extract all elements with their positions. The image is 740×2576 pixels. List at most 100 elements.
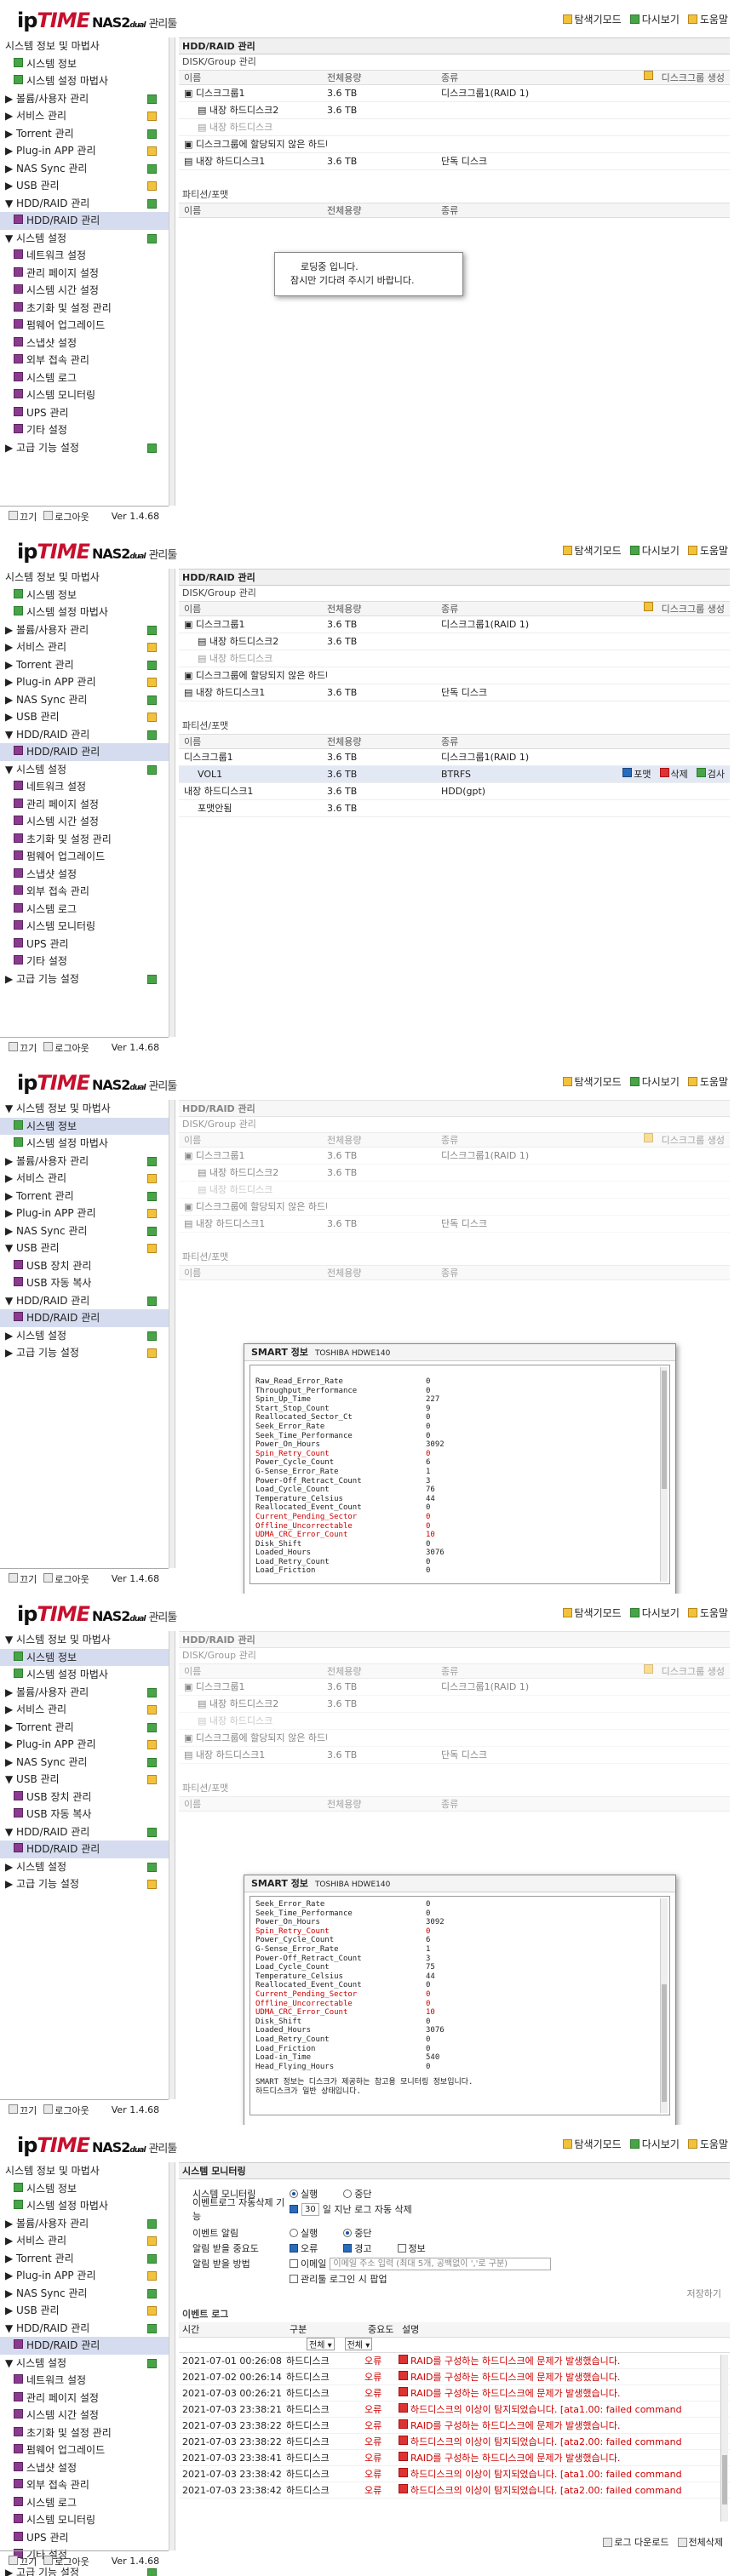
event-row[interactable]: 2021-07-01 00:26:08 하드디스크 오류 RAID를 구성하는 하드디…	[179, 2353, 730, 2369]
header-link-0[interactable]: 탐색기모드	[562, 543, 622, 558]
sidebar-item[interactable]: ▶ Torrent 관리	[0, 1719, 169, 1737]
header-link-0[interactable]: 탐색기모드	[562, 2137, 622, 2151]
sidebar-item[interactable]: ▶ 고급 기능 설정	[0, 439, 169, 457]
sidebar-item[interactable]: HDD/RAID 관리	[0, 1309, 169, 1327]
disk-row[interactable]: ▣ 디스크그룹1 3.6 TB 디스크그룹1(RAID 1)	[179, 85, 730, 102]
sidebar-item[interactable]: 시스템 로그	[0, 369, 169, 387]
sidebar-item[interactable]: 초기화 및 설정 관리	[0, 300, 169, 318]
sidebar-item[interactable]: UPS 관리	[0, 2529, 169, 2547]
disk-row[interactable]: ▤ 내장 하드디스크2 3.6 TB	[179, 633, 730, 650]
sidebar-item[interactable]: ▶ 서비스 관리	[0, 107, 169, 125]
sidebar-item[interactable]: ▼ HDD/RAID 관리	[0, 1292, 169, 1310]
alert-stop-radio-control[interactable]	[343, 2229, 353, 2237]
partition-row[interactable]: 디스크그룹1 3.6 TB 디스크그룹1(RAID 1)	[179, 749, 730, 766]
monitor-stop-radio-control[interactable]	[343, 2190, 353, 2198]
event-row[interactable]: 2021-07-03 23:38:21 하드디스크 오류 하드디스크의 이상이 탐지되…	[179, 2401, 730, 2418]
sidebar-item[interactable]: 시스템 시간 설정	[0, 282, 169, 300]
sidebar-item[interactable]: 시스템 로그	[0, 901, 169, 919]
sidebar-item[interactable]: 시스템 설정 마법사	[0, 2197, 169, 2215]
sidebar-item[interactable]: 관리 페이지 설정	[0, 796, 169, 814]
event-row[interactable]: 2021-07-03 23:38:42 하드디스크 오류 하드디스크의 이상이 탐지되…	[179, 2482, 730, 2499]
header-link-1[interactable]: 다시보기	[629, 543, 680, 558]
admin-popup-checkbox-control[interactable]	[290, 2275, 298, 2283]
sidebar-item[interactable]: HDD/RAID 관리	[0, 743, 169, 761]
smart-text-area[interactable]: Seek_Error_Rate 0 Seek_Time_Performance 0 Po…	[250, 1896, 670, 2115]
days-input[interactable]: 30	[301, 2202, 319, 2216]
sidebar-item[interactable]: 시스템 정보	[0, 1117, 169, 1135]
sidebar-item[interactable]: 시스템 설정 마법사	[0, 72, 169, 90]
level-info-checkbox-control[interactable]	[397, 2244, 406, 2253]
sidebar-item[interactable]: 시스템 시간 설정	[0, 813, 169, 831]
sidebar-item[interactable]: ▼ 시스템 설정	[0, 230, 169, 248]
sidebar-item[interactable]: ▶ Torrent 관리	[0, 2250, 169, 2268]
header-link-1[interactable]: 다시보기	[629, 12, 680, 26]
sidebar-item[interactable]: ▶ Plug-in APP 관리	[0, 2267, 169, 2285]
event-row[interactable]: 2021-07-03 23:38:22 하드디스크 오류 RAID를 구성하는 하드디…	[179, 2418, 730, 2434]
sidebar-item[interactable]: 시스템 정보 및 마법사	[0, 37, 169, 55]
sidebar-item[interactable]: USB 자동 복사	[0, 1806, 169, 1823]
sidebar-item[interactable]: ▼ 시스템 정보 및 마법사	[0, 1631, 169, 1649]
event-row[interactable]: 2021-07-03 23:38:42 하드디스크 오류 하드디스크의 이상이 탐지되…	[179, 2466, 730, 2482]
sidebar-item[interactable]: HDD/RAID 관리	[0, 212, 169, 230]
disk-row[interactable]: ▣ 디스크그룹에 할당되지 않은 하드디스크	[179, 667, 730, 684]
sidebar-item[interactable]: ▼ HDD/RAID 관리	[0, 2320, 169, 2338]
sidebar-item[interactable]: 스냅샷 설정	[0, 335, 169, 352]
sidebar-item[interactable]: ▶ NAS Sync 관리	[0, 1222, 169, 1240]
sidebar-item[interactable]: 관리 페이지 설정	[0, 2390, 169, 2407]
disk-row[interactable]: ▤ 내장 하드디스크1 3.6 TB 단독 디스크	[179, 153, 730, 170]
disk-row[interactable]: ▤ 내장 하드디스크2 3.6 TB	[179, 102, 730, 119]
sidebar-item[interactable]: UPS 관리	[0, 936, 169, 953]
sidebar-item[interactable]: ▶ NAS Sync 관리	[0, 2285, 169, 2303]
sidebar-item[interactable]: ▼ HDD/RAID 관리	[0, 195, 169, 213]
monitor-run-radio-control[interactable]	[290, 2190, 298, 2198]
sidebar-item[interactable]: HDD/RAID 관리	[0, 1840, 169, 1858]
sidebar-item[interactable]: ▶ NAS Sync 관리	[0, 1754, 169, 1772]
sidebar-item[interactable]: HDD/RAID 관리	[0, 2337, 169, 2355]
event-list[interactable]: 2021-07-01 00:26:08 하드디스크 오류 RAID를 구성하는 하드디…	[179, 2353, 730, 2523]
alert-run-radio[interactable]: 실행	[290, 2226, 318, 2240]
sidebar-item[interactable]: ▶ 고급 기능 설정	[0, 1344, 169, 1362]
sidebar-item[interactable]: ▶ 볼륨/사용자 관리	[0, 1684, 169, 1702]
sidebar-item[interactable]: 초기화 및 설정 관리	[0, 831, 169, 849]
header-link-0[interactable]: 탐색기모드	[562, 12, 622, 26]
smart-text-area[interactable]: Raw_Read_Error_Rate 0 Throughput_Performan…	[250, 1365, 670, 1584]
event-row[interactable]: 2021-07-03 23:38:22 하드디스크 오류 하드디스크의 이상이 탐지되…	[179, 2434, 730, 2450]
header-link-1[interactable]: 다시보기	[629, 1606, 680, 1620]
sidebar-item[interactable]: ▶ NAS Sync 관리	[0, 160, 169, 178]
sidebar-item[interactable]: 스냅샷 설정	[0, 866, 169, 884]
sidebar-splitter[interactable]	[169, 569, 175, 1037]
sidebar-item[interactable]: ▶ 고급 기능 설정	[0, 1875, 169, 1893]
header-link-0[interactable]: 탐색기모드	[562, 1074, 622, 1089]
sidebar-item[interactable]: USB 장치 관리	[0, 1789, 169, 1806]
scroll-thumb[interactable]	[662, 1984, 667, 2103]
sidebar-item[interactable]: 시스템 설정 마법사	[0, 604, 169, 621]
sidebar-item[interactable]: 시스템 설정 마법사	[0, 1135, 169, 1153]
sidebar-splitter[interactable]	[169, 1100, 175, 1568]
disk-row[interactable]: ▣ 디스크그룹1 3.6 TB 디스크그룹1(RAID 1)	[179, 616, 730, 633]
sidebar-item[interactable]: ▶ Plug-in APP 관리	[0, 1205, 169, 1222]
create-group-button[interactable]: 디스크그룹 생성	[569, 71, 730, 84]
smart-scrollbar[interactable]	[660, 1367, 668, 1582]
save-button[interactable]: 저장하기	[179, 2287, 730, 2300]
sidebar-item[interactable]: 외부 접속 관리	[0, 2476, 169, 2494]
logout-button[interactable]: 로그아웃	[43, 1041, 89, 1055]
sidebar-splitter[interactable]	[169, 1631, 175, 2099]
event-row[interactable]: 2021-07-03 00:26:21 하드디스크 오류 RAID를 구성하는 하드디…	[179, 2385, 730, 2401]
exit-button[interactable]: 끄기	[9, 2104, 37, 2117]
sidebar-splitter[interactable]	[169, 2162, 175, 2550]
sidebar-item[interactable]: ▶ Plug-in APP 관리	[0, 142, 169, 160]
sidebar-item[interactable]: ▼ 시스템 설정	[0, 761, 169, 779]
sidebar-item[interactable]: ▶ 고급 기능 설정	[0, 970, 169, 988]
sidebar-splitter[interactable]	[169, 37, 175, 506]
exit-button[interactable]: 끄기	[9, 1041, 37, 1055]
level-info-checkbox[interactable]: 정보	[397, 2241, 426, 2255]
sidebar-item[interactable]: ▶ 시스템 설정	[0, 1858, 169, 1876]
email-input[interactable]: 이메일 주소 입력 (최대 5개, 공백없이 ','로 구분)	[330, 2257, 552, 2270]
sidebar-item[interactable]: 시스템 정보 및 마법사	[0, 2162, 169, 2180]
exit-button[interactable]: 끄기	[9, 510, 37, 524]
sidebar-item[interactable]: ▼ HDD/RAID 관리	[0, 1823, 169, 1841]
logout-button[interactable]: 로그아웃	[43, 2555, 89, 2568]
header-link-2[interactable]: 도움말	[687, 1074, 728, 1089]
sidebar-item[interactable]: 펌웨어 업그레이드	[0, 2441, 169, 2459]
sidebar-item[interactable]: 시스템 정보	[0, 587, 169, 604]
